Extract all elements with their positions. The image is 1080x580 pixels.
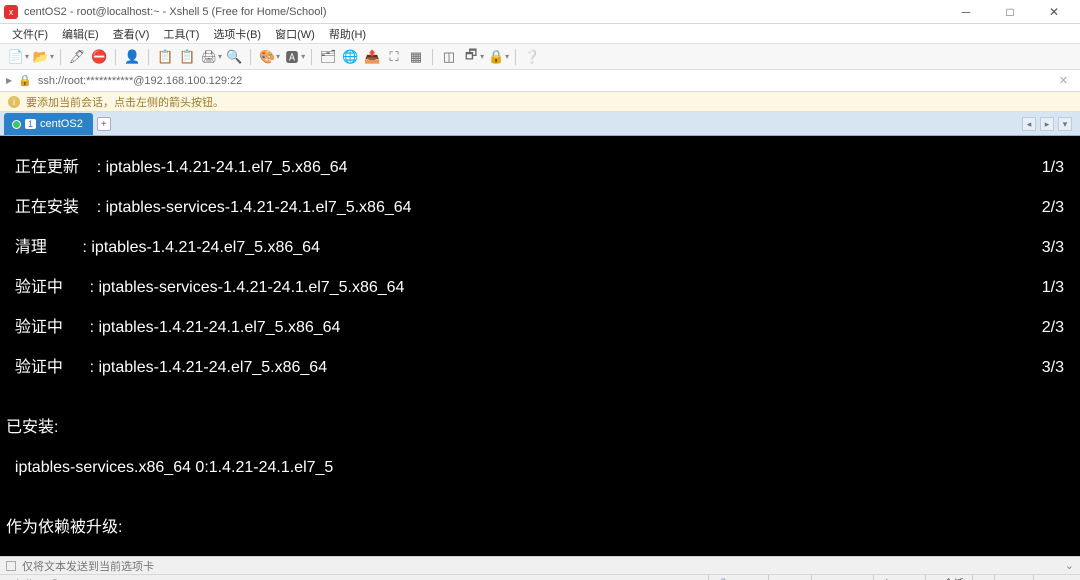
tool-bar: 📄▾ 📂▾ 🖊 ⛔ 👤 📋 📋 🖨▾ 🔍 🎨▾ 🅰▾ 🗂 🌐 📤 ⛶ ▦ ◫ 🗗… (0, 44, 1080, 70)
tab-menu-icon[interactable]: ▾ (1058, 117, 1072, 131)
separator (432, 49, 433, 65)
window-title: centOS2 - root@localhost:~ - Xshell 5 (F… (24, 6, 944, 18)
separator (60, 49, 61, 65)
terminal[interactable]: 正在更新 : iptables-1.4.21-24.1.el7_5.x86_64… (0, 136, 1080, 556)
paste-icon[interactable]: 📋 (177, 47, 197, 67)
print-icon[interactable]: 🖨 (199, 47, 219, 67)
tip-text: 要添加当前会话，点击左侧的箭头按钮。 (26, 94, 224, 110)
status-cursor: ✛ 21,21 (873, 575, 925, 580)
cascade-icon[interactable]: 🗗 (461, 47, 481, 67)
clear-address-icon[interactable]: ✕ (1053, 74, 1074, 87)
dropdown-icon[interactable]: ▾ (480, 52, 484, 61)
tab-scroll-right-icon[interactable]: ▸ (1040, 117, 1054, 131)
close-button[interactable]: ✕ (1032, 0, 1076, 24)
tab-number: 1 (25, 119, 36, 129)
menu-window[interactable]: 窗口(W) (271, 26, 319, 42)
menu-edit[interactable]: 编辑(E) (58, 26, 103, 42)
status-connection: ssh://root@192.168.100.129:22 (6, 575, 708, 580)
separator (515, 49, 516, 65)
maximize-button[interactable]: □ (988, 0, 1032, 24)
lock-icon[interactable]: 🔒 (486, 47, 506, 67)
terminal-line: 验证中 : iptables-1.4.21-24.el7_5.x86_643/3 (6, 358, 1074, 378)
menu-help[interactable]: 帮助(H) (325, 26, 370, 42)
open-icon[interactable]: 📂 (31, 47, 51, 67)
terminal-line: iptables-services.x86_64 0:1.4.21-24.1.e… (6, 458, 1074, 478)
terminal-line: 正在更新 : iptables-1.4.21-24.1.el7_5.x86_64… (6, 158, 1074, 178)
transfer-icon[interactable]: 📤 (362, 47, 382, 67)
font-icon[interactable]: 🅰 (282, 47, 302, 67)
dropdown-icon[interactable]: ▾ (301, 52, 305, 61)
tile-icon[interactable]: ◫ (439, 47, 459, 67)
tab-bar: 1 centOS2 + ◂ ▸ ▾ (0, 112, 1080, 136)
color-icon[interactable]: 🎨 (257, 47, 277, 67)
terminal-line: 正在安装 : iptables-services-1.4.21-24.1.el7… (6, 198, 1074, 218)
terminal-line: 作为依赖被升级: (6, 518, 1074, 538)
terminal-line: 清理 : iptables-1.4.21-24.el7_5.x86_643/3 (6, 238, 1074, 258)
terminal-line: 验证中 : iptables-1.4.21-24.1.el7_5.x86_642… (6, 318, 1074, 338)
menu-bar: 文件(F) 编辑(E) 查看(V) 工具(T) 选项卡(B) 窗口(W) 帮助(… (0, 24, 1080, 44)
tunnel-icon[interactable]: 🌐 (340, 47, 360, 67)
address-text[interactable]: ssh://root:***********@192.168.100.129:2… (38, 75, 242, 87)
separator (148, 49, 149, 65)
dropdown-icon[interactable]: ▾ (25, 52, 29, 61)
status-sessions: 1 会话 (925, 575, 972, 580)
menu-file[interactable]: 文件(F) (8, 26, 52, 42)
dropdown-icon[interactable]: ▾ (276, 52, 280, 61)
help-icon[interactable]: ❔ (522, 47, 542, 67)
separator (250, 49, 251, 65)
status-termtype: xterm (768, 575, 811, 580)
find-icon[interactable]: 🔍 (224, 47, 244, 67)
new-session-icon[interactable]: 📄 (6, 47, 26, 67)
terminal-line: 验证中 : iptables-services-1.4.21-24.1.el7_… (6, 278, 1074, 298)
add-tab-button[interactable]: + (97, 117, 111, 131)
lock-icon: 🔒 (18, 74, 32, 87)
terminal-line: 已安装: (6, 418, 1074, 438)
send-text-bar: 仅将文本发送到当前选项卡 ⌄ (0, 556, 1080, 574)
status-size: ↔ 104x21 (811, 575, 873, 580)
app-logo-icon: x (4, 5, 18, 19)
status-num: NUM (1033, 575, 1074, 580)
reconnect-icon[interactable]: 🖊 (67, 47, 87, 67)
minimize-button[interactable]: ─ (944, 0, 988, 24)
dropdown-icon[interactable]: ▾ (505, 52, 509, 61)
info-icon: i (8, 96, 20, 108)
tab-label: centOS2 (40, 118, 83, 130)
multicast-indicator[interactable] (6, 561, 16, 571)
tab-scroll-left-icon[interactable]: ◂ (1022, 117, 1036, 131)
connected-indicator-icon (12, 120, 21, 129)
sessions-icon[interactable]: 🗂 (318, 47, 338, 67)
menu-view[interactable]: 查看(V) (109, 26, 154, 42)
address-caret-icon[interactable]: ▶ (6, 76, 12, 85)
fullscreen-icon[interactable]: ⛶ (384, 47, 404, 67)
dropdown-icon[interactable]: ▾ (50, 52, 54, 61)
send-text-label: 仅将文本发送到当前选项卡 (22, 558, 154, 574)
status-protocol: 🔒SSH2 (708, 575, 769, 580)
status-cap: CAP (994, 575, 1033, 580)
disconnect-icon[interactable]: ⛔ (89, 47, 109, 67)
menu-tabs[interactable]: 选项卡(B) (209, 26, 265, 42)
send-text-menu-icon[interactable]: ⌄ (1065, 559, 1074, 572)
status-send-icon[interactable]: ↕ (972, 575, 994, 580)
dropdown-icon[interactable]: ▾ (218, 52, 222, 61)
tip-bar: i 要添加当前会话，点击左侧的箭头按钮。 (0, 92, 1080, 112)
separator (311, 49, 312, 65)
properties-icon[interactable]: 👤 (122, 47, 142, 67)
menu-tools[interactable]: 工具(T) (159, 26, 203, 42)
grid-icon[interactable]: ▦ (406, 47, 426, 67)
separator (115, 49, 116, 65)
status-bar: ssh://root@192.168.100.129:22 🔒SSH2 xter… (0, 574, 1080, 580)
copy-icon[interactable]: 📋 (155, 47, 175, 67)
session-tab[interactable]: 1 centOS2 (4, 113, 93, 135)
address-bar: ▶ 🔒 ssh://root:***********@192.168.100.1… (0, 70, 1080, 92)
title-bar: x centOS2 - root@localhost:~ - Xshell 5 … (0, 0, 1080, 24)
